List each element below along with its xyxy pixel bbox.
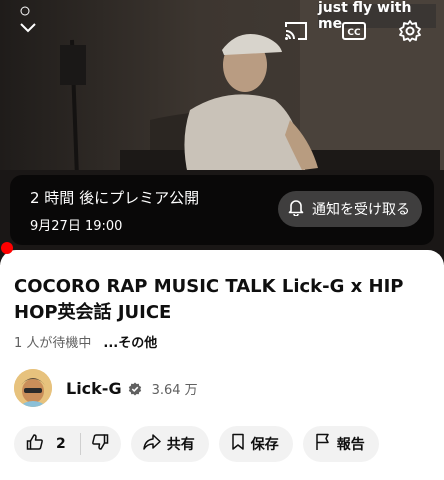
channel-row[interactable]: Lick-G 3.64 万: [14, 368, 198, 408]
channel-name[interactable]: Lick-G: [66, 379, 122, 398]
small-user-icon: [20, 6, 30, 16]
subscriber-count: 3.64 万: [151, 382, 198, 398]
video-title: COCORO RAP MUSIC TALK Lick-G x HIP HOP英会…: [14, 276, 404, 323]
video-player[interactable]: just fly with me CC 2 時間 後にプレミア公開 9月27日 …: [0, 0, 444, 265]
video-meta[interactable]: 1 人が待機中 ...その他: [14, 332, 157, 351]
verified-badge-icon: [128, 381, 142, 396]
svg-text:CC: CC: [347, 28, 361, 38]
report-label: 報告: [336, 437, 365, 453]
like-dislike-group: 2: [14, 426, 121, 462]
thumbs-up-icon: [26, 433, 44, 455]
premiere-banner: 2 時間 後にプレミア公開 9月27日 19:00 通知を受け取る: [10, 175, 434, 245]
share-icon: [143, 434, 161, 454]
report-button[interactable]: 報告: [302, 426, 379, 462]
like-button[interactable]: 2: [26, 433, 66, 455]
more-link[interactable]: ...その他: [103, 332, 157, 351]
thumbs-down-icon: [91, 433, 109, 455]
share-button[interactable]: 共有: [130, 426, 209, 462]
video-details-panel: COCORO RAP MUSIC TALK Lick-G x HIP HOP英会…: [0, 250, 444, 480]
notify-me-label: 通知を受け取る: [312, 202, 410, 218]
share-label: 共有: [166, 437, 195, 453]
collapse-chevron-icon[interactable]: [14, 16, 42, 40]
save-button[interactable]: 保存: [218, 426, 293, 462]
channel-avatar[interactable]: [14, 369, 52, 407]
settings-gear-icon[interactable]: [396, 18, 424, 44]
progress-scrubber[interactable]: [1, 242, 13, 254]
notify-me-button[interactable]: 通知を受け取る: [278, 191, 422, 227]
premiere-countdown: 2 時間 後にプレミア公開: [30, 189, 200, 207]
waiting-count: 1 人が待機中: [14, 336, 92, 351]
dislike-button[interactable]: [91, 433, 109, 455]
like-count: 2: [56, 436, 66, 452]
cast-icon[interactable]: [283, 20, 309, 42]
premiere-date: 9月27日 19:00: [30, 219, 123, 234]
action-bar: 2 共有 保存 報告: [14, 426, 379, 462]
bell-icon: [288, 198, 304, 220]
flag-icon: [315, 433, 331, 455]
bookmark-icon: [231, 433, 245, 455]
like-divider: [79, 433, 81, 455]
save-label: 保存: [250, 437, 279, 453]
captions-icon[interactable]: CC: [341, 20, 367, 42]
